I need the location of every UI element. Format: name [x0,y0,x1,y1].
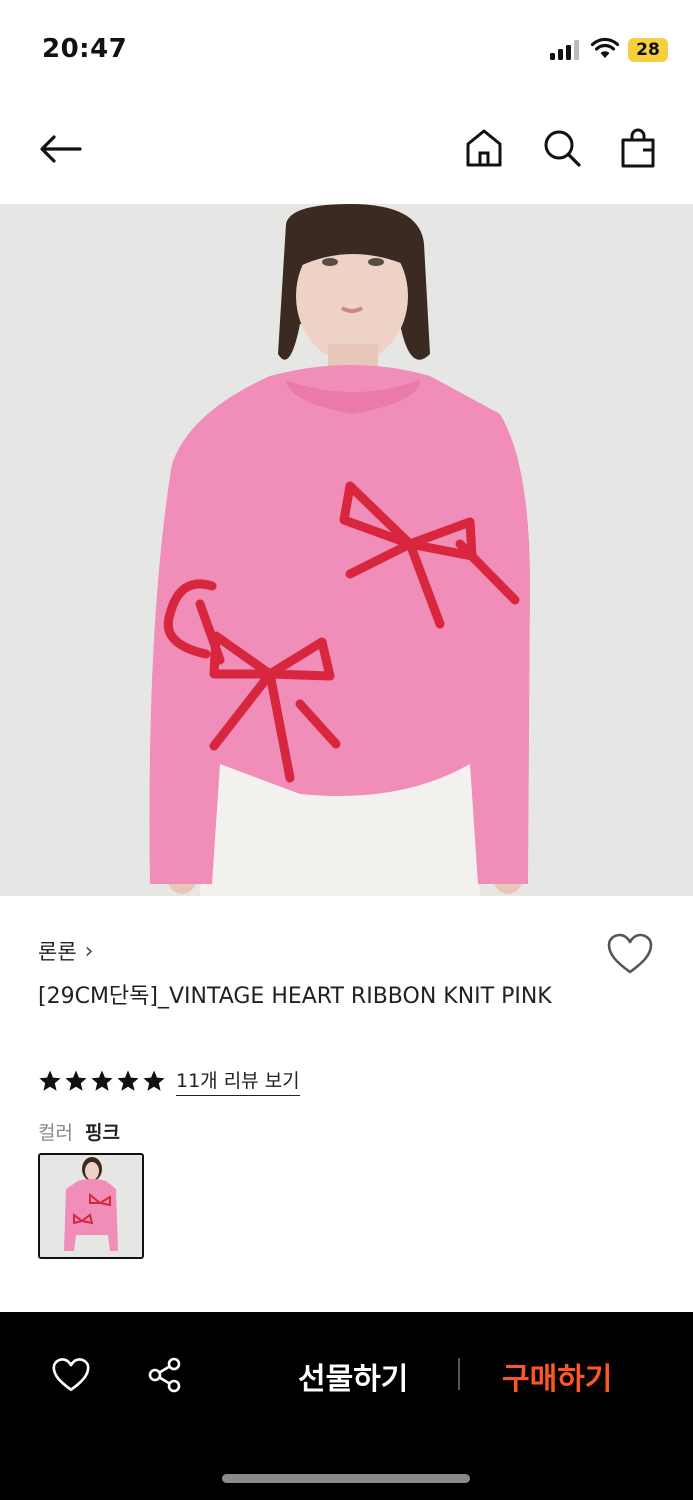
chevron-right-icon: › [84,938,94,964]
rating-row: 11개 리뷰 보기 [38,1066,300,1096]
star-icon [39,1070,61,1091]
star-icon [117,1070,139,1091]
top-navigation [0,100,693,204]
shopping-bag-icon [621,128,655,168]
wifi-icon [590,37,620,58]
status-bar: 20:47 28 [0,0,693,100]
star-icon [91,1070,113,1091]
bottom-action-bar: 선물하기 구매하기 [0,1312,693,1500]
color-option: 컬러 핑크 [38,1118,120,1145]
like-button[interactable] [46,1352,96,1398]
home-indicator [222,1474,470,1483]
wishlist-button[interactable] [606,932,654,980]
color-label: 컬러 [38,1122,73,1144]
rating-stars [38,1069,166,1093]
heart-icon [52,1358,90,1392]
share-icon [148,1357,181,1393]
star-icon [143,1070,165,1091]
thumbnail-photo [40,1155,142,1257]
heart-icon [607,933,653,974]
product-image[interactable] [0,204,693,896]
battery-indicator: 28 [628,38,668,62]
home-icon [466,129,502,167]
arrow-left-icon [40,135,82,163]
brand-name: 론론 [38,940,77,964]
status-time: 20:47 [42,34,128,64]
back-button[interactable] [34,126,86,172]
product-name: [29CM단독]_VINTAGE HEART RIBBON KNIT PINK [38,984,552,1009]
search-button[interactable] [540,124,584,172]
divider [458,1358,460,1390]
product-photo [0,204,693,896]
share-button[interactable] [142,1352,188,1398]
shopping-bag-button[interactable] [616,124,660,172]
gift-button[interactable]: 선물하기 [298,1354,408,1398]
home-button[interactable] [462,124,506,172]
brand-link[interactable]: 론론 › [38,936,93,966]
signal-icon [550,40,580,60]
search-icon [544,130,581,167]
color-value: 핑크 [84,1122,120,1144]
color-thumbnail[interactable] [38,1153,144,1259]
buy-button[interactable]: 구매하기 [502,1354,612,1398]
star-icon [65,1070,87,1091]
review-link[interactable]: 11개 리뷰 보기 [176,1066,300,1096]
